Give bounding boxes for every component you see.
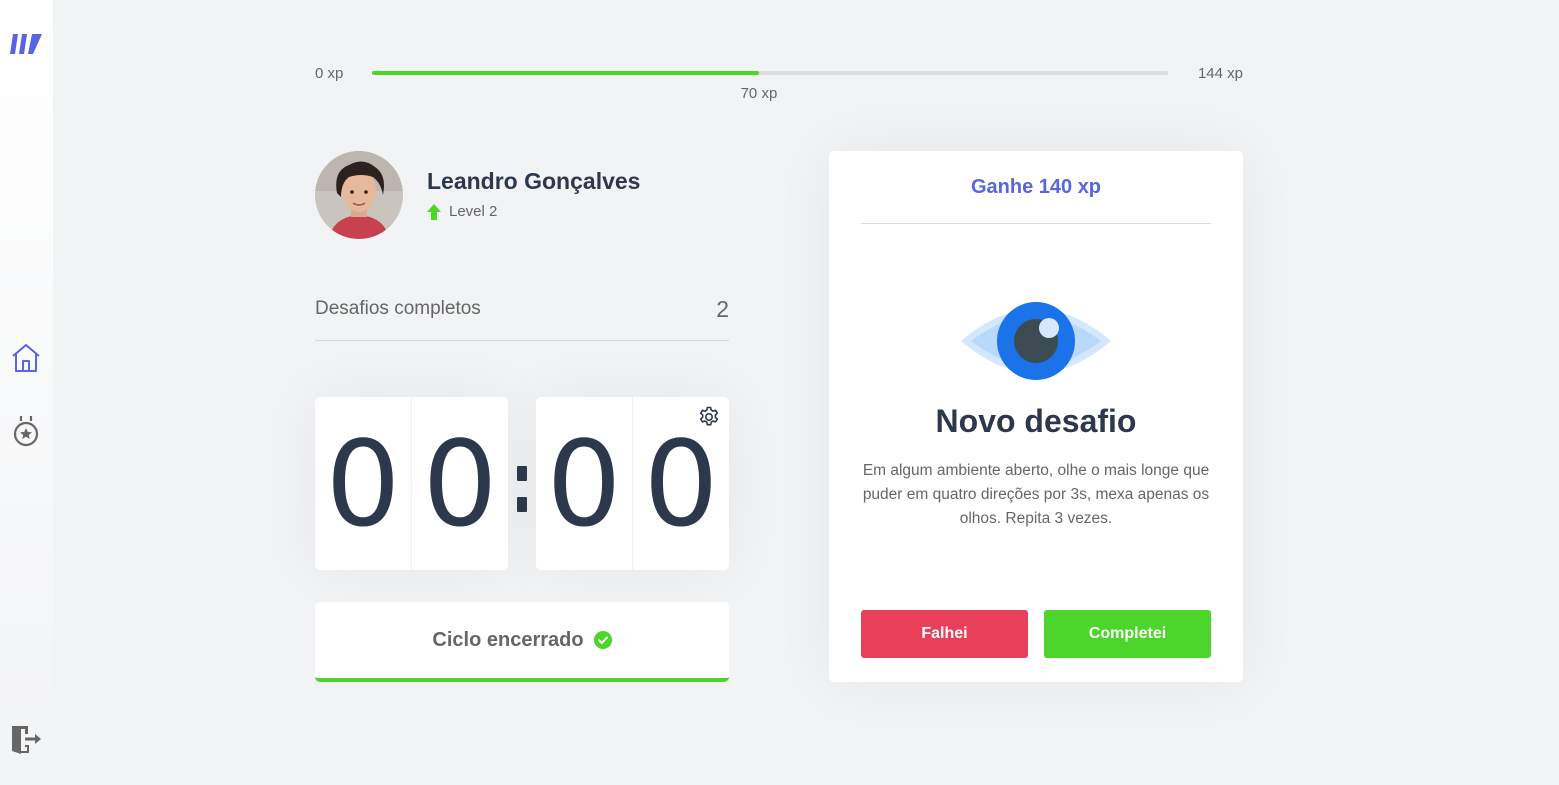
xp-current-label: 70 xp bbox=[740, 85, 778, 102]
completed-challenges: Desafios completos 2 bbox=[315, 292, 729, 341]
cycle-ended-label: Ciclo encerrado bbox=[432, 628, 584, 651]
level-text: Level 2 bbox=[449, 203, 498, 220]
countdown-digit: 0 bbox=[536, 397, 633, 570]
logo-icon bbox=[10, 34, 42, 54]
gear-icon[interactable] bbox=[697, 405, 721, 429]
xp-min-label: 0 xp bbox=[315, 65, 344, 82]
completed-challenges-label: Desafios completos bbox=[315, 298, 481, 319]
countdown-digit: 0 bbox=[315, 397, 412, 570]
avatar bbox=[315, 151, 403, 239]
complete-button[interactable]: Completei bbox=[1044, 610, 1211, 658]
challenge-xp-header: Ganhe 140 xp bbox=[861, 151, 1211, 224]
xp-progress-fill bbox=[372, 71, 759, 75]
xp-progress-bar bbox=[372, 71, 1168, 75]
challenge-card: Ganhe 140 xp Novo desafio Em algum ambie… bbox=[829, 151, 1243, 682]
countdown-minutes: 0 0 bbox=[315, 397, 508, 570]
level-row: Level 2 bbox=[427, 203, 497, 220]
challenge-description: Em algum ambiente aberto, olhe o mais lo… bbox=[862, 462, 1210, 527]
eye-icon bbox=[961, 302, 1111, 380]
profile-name: Leandro Gonçalves bbox=[427, 168, 641, 194]
award-icon[interactable] bbox=[10, 414, 42, 448]
cycle-ended-button[interactable]: Ciclo encerrado bbox=[315, 602, 729, 682]
sidebar bbox=[0, 0, 53, 785]
home-icon[interactable] bbox=[10, 342, 42, 374]
logout-icon[interactable] bbox=[8, 722, 44, 758]
challenge-title: Novo desafio bbox=[935, 403, 1137, 439]
countdown-separator bbox=[516, 460, 528, 516]
completed-challenges-count: 2 bbox=[716, 296, 729, 322]
check-circle-icon bbox=[593, 631, 612, 649]
countdown-digit: 0 bbox=[422, 414, 498, 553]
level-up-arrow-icon bbox=[427, 203, 441, 220]
fail-button[interactable]: Falhei bbox=[861, 610, 1028, 658]
xp-max-label: 144 xp bbox=[1197, 65, 1243, 82]
